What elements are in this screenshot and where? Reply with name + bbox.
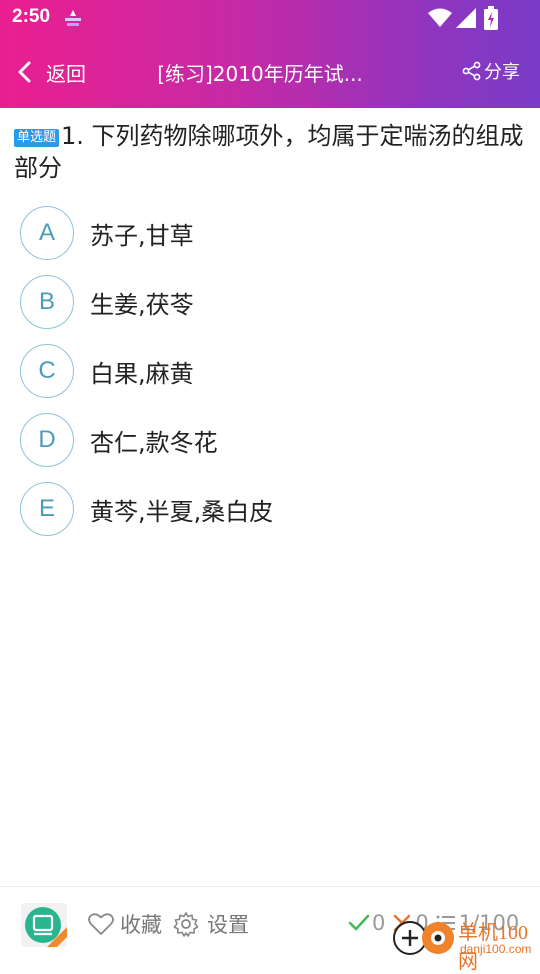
share-icon [462, 61, 481, 81]
share-button[interactable]: 分享 [462, 58, 520, 84]
option-d[interactable]: D 杏仁,款冬花 [20, 411, 520, 469]
back-button[interactable]: 返回 [14, 54, 86, 90]
app-notification-icon [65, 10, 81, 26]
option-text: 白果,麻黄 [90, 359, 194, 388]
app-header: 2:50 返回 [练习]2010年历年试... 分享 [0, 0, 540, 108]
check-icon [348, 914, 370, 931]
signal-icon [456, 8, 476, 28]
option-letter: A [20, 206, 74, 260]
option-c[interactable]: C 白果,麻黄 [20, 342, 520, 400]
correct-stat: 0 [348, 911, 385, 935]
watermark-url: danji100.com [460, 942, 532, 956]
wifi-icon [428, 8, 452, 27]
option-text: 生姜,茯苓 [90, 290, 194, 319]
option-text: 黄芩,半夏,桑白皮 [90, 497, 274, 526]
gear-icon [173, 912, 199, 937]
question-stem: 单选题 1. 下列药物除哪项外，均属于定喘汤的组成部分 [14, 120, 526, 184]
site-watermark: 单机100网 danji100.com [392, 916, 540, 973]
heart-icon [88, 913, 114, 935]
option-letter: B [20, 275, 74, 329]
option-e[interactable]: E 黄芩,半夏,桑白皮 [20, 480, 520, 538]
option-a[interactable]: A 苏子,甘草 [20, 204, 520, 262]
status-time: 2:50 [12, 6, 51, 27]
nav-bar: 返回 [练习]2010年历年试... 分享 [0, 40, 540, 104]
chevron-left-icon [18, 61, 31, 83]
option-letter: C [20, 344, 74, 398]
favorite-button[interactable]: 收藏 [88, 909, 162, 939]
settings-label: 设置 [207, 913, 249, 937]
option-b[interactable]: B 生姜,茯苓 [20, 273, 520, 331]
settings-button[interactable]: 设置 [173, 909, 249, 939]
question-type-badge: 单选题 [14, 129, 60, 147]
app-logo-icon[interactable] [21, 903, 67, 947]
share-label: 分享 [484, 62, 520, 83]
watermark-logo-icon [393, 921, 454, 955]
option-text: 苏子,甘草 [90, 221, 194, 250]
favorite-label: 收藏 [120, 913, 162, 937]
option-letter: D [20, 413, 74, 467]
status-bar: 2:50 [0, 0, 540, 36]
correct-count: 0 [372, 911, 386, 935]
option-text: 杏仁,款冬花 [90, 428, 218, 457]
back-label: 返回 [46, 61, 86, 86]
page-title: [练习]2010年历年试... [157, 62, 363, 86]
battery-charging-icon [484, 6, 498, 30]
question-text: 1. 下列药物除哪项外，均属于定喘汤的组成部分 [14, 122, 524, 182]
option-letter: E [20, 482, 74, 536]
